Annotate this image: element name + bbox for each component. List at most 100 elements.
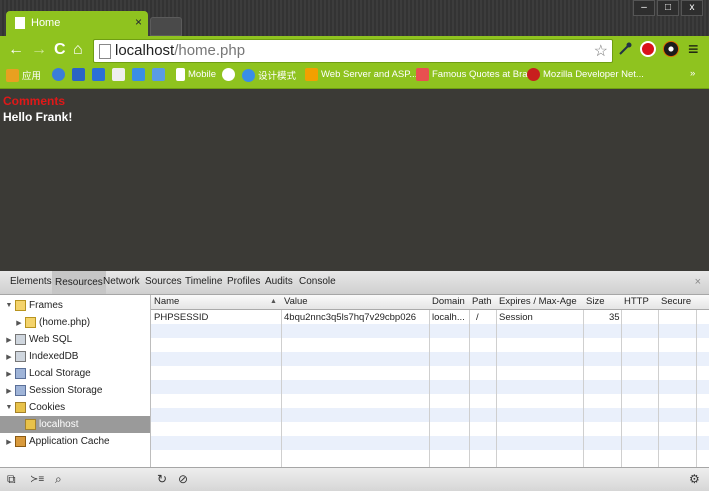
bookmark-item[interactable] xyxy=(52,68,68,81)
collapsed-triangle-icon[interactable]: ▶ xyxy=(5,387,13,395)
sidebar-item-indexeddb[interactable]: ▶ IndexedDB xyxy=(0,348,150,365)
bookmark-icon xyxy=(527,68,540,81)
bookmark-apps[interactable]: 应用 xyxy=(6,68,41,82)
table-row-empty xyxy=(151,436,709,450)
bookmark-famous-quotes[interactable]: Famous Quotes at Bra... xyxy=(416,68,536,81)
tab-timeline[interactable]: Timeline xyxy=(185,276,222,287)
bookmark-icon xyxy=(222,68,235,81)
home-button[interactable]: ⌂ xyxy=(73,41,83,59)
forward-button[interactable]: → xyxy=(31,41,47,59)
database-icon xyxy=(15,351,26,362)
bookmarks-more-icon[interactable]: » xyxy=(690,68,695,79)
clear-icon[interactable]: ⊘ xyxy=(178,472,188,486)
address-bar[interactable]: localhost/home.php ☆ xyxy=(93,39,613,63)
sidebar-item-home-php[interactable]: ▶ (home.php) xyxy=(0,314,150,331)
bookmark-web-server[interactable]: Web Server and ASP.... xyxy=(305,68,420,81)
expanded-triangle-icon[interactable]: ▼ xyxy=(5,302,13,309)
table-row-empty xyxy=(151,408,709,422)
close-window-button[interactable]: x xyxy=(681,0,703,16)
column-divider xyxy=(469,295,470,467)
reload-button[interactable]: C xyxy=(54,41,66,59)
bookmark-item[interactable] xyxy=(112,68,128,81)
column-divider xyxy=(583,295,584,467)
tab-elements[interactable]: Elements xyxy=(10,276,52,287)
maximize-button[interactable]: □ xyxy=(657,0,679,16)
devtools-close-icon[interactable]: × xyxy=(695,276,701,288)
tab-sources[interactable]: Sources xyxy=(145,276,182,287)
folder-icon xyxy=(15,300,26,311)
column-header-value[interactable]: Value xyxy=(284,296,308,307)
column-header-size[interactable]: Size xyxy=(586,296,604,307)
sidebar-item-web-sql[interactable]: ▶ Web SQL xyxy=(0,331,150,348)
devtools-panel: Elements Resources Network Sources Timel… xyxy=(0,271,709,491)
tab-audits[interactable]: Audits xyxy=(265,276,293,287)
cache-icon xyxy=(15,436,26,447)
bookmark-item[interactable] xyxy=(222,68,238,81)
window-titlebar: Home × – □ x xyxy=(0,0,709,36)
bookmark-icon xyxy=(152,68,165,81)
tab-resources[interactable]: Resources xyxy=(52,271,106,294)
tab-network[interactable]: Network xyxy=(103,276,140,287)
bookmarks-bar: 应用 Mobile 设计模式 Web Server and ASP.... Fa… xyxy=(0,64,709,89)
back-button[interactable]: ← xyxy=(8,41,24,59)
column-divider xyxy=(621,295,622,467)
new-tab-button[interactable] xyxy=(150,17,182,36)
bookmark-item[interactable] xyxy=(132,68,148,81)
tab-profiles[interactable]: Profiles xyxy=(227,276,260,287)
cookie-expires: Session xyxy=(499,312,533,323)
bookmark-design-patterns[interactable]: 设计模式 xyxy=(242,68,296,82)
page-icon xyxy=(176,68,185,81)
column-header-domain[interactable]: Domain xyxy=(432,296,465,307)
cookie-value: 4bqu2nnc3q5ls7hq7v29cbp026 xyxy=(284,312,417,323)
column-divider xyxy=(696,295,697,467)
browser-toolbar: ← → C ⌂ localhost/home.php ☆ ≡ xyxy=(0,36,709,64)
menu-icon[interactable]: ≡ xyxy=(688,40,699,58)
tab-close-icon[interactable]: × xyxy=(135,15,142,29)
tab-console[interactable]: Console xyxy=(299,276,336,287)
bookmark-icon xyxy=(112,68,125,81)
bookmark-item[interactable] xyxy=(152,68,168,81)
column-header-path[interactable]: Path xyxy=(472,296,492,307)
column-header-name[interactable]: Name xyxy=(154,296,179,307)
expanded-triangle-icon[interactable]: ▼ xyxy=(5,404,13,411)
sidebar-item-cookies[interactable]: ▼ Cookies xyxy=(0,399,150,416)
table-row[interactable] xyxy=(151,310,709,324)
bookmark-star-icon[interactable]: ☆ xyxy=(594,41,608,61)
bookmark-icon xyxy=(72,68,85,81)
column-header-secure[interactable]: Secure xyxy=(661,296,691,307)
column-divider xyxy=(281,295,282,467)
bookmark-mozilla[interactable]: Mozilla Developer Net... xyxy=(527,68,644,81)
eyedropper-icon[interactable] xyxy=(617,41,633,57)
bookmark-mobile[interactable]: Mobile xyxy=(176,68,216,81)
sidebar-item-local-storage[interactable]: ▶ Local Storage xyxy=(0,365,150,382)
bookmark-icon xyxy=(416,68,429,81)
page-icon xyxy=(99,44,111,59)
minimize-button[interactable]: – xyxy=(633,0,655,16)
extension-icon[interactable] xyxy=(663,41,679,57)
search-icon[interactable]: ⌕ xyxy=(55,472,62,487)
settings-gear-icon[interactable]: ⚙ xyxy=(689,472,700,486)
sidebar-item-application-cache[interactable]: ▶ Application Cache xyxy=(0,433,150,450)
sidebar-item-frames[interactable]: ▼ Frames xyxy=(0,297,150,314)
collapsed-triangle-icon[interactable]: ▶ xyxy=(5,438,13,446)
greeting-text: Hello Frank! xyxy=(3,110,73,124)
refresh-icon[interactable]: ↻ xyxy=(157,472,167,486)
bookmark-item[interactable] xyxy=(72,68,88,81)
comments-label: Comments xyxy=(3,94,66,108)
sidebar-item-localhost[interactable]: localhost xyxy=(0,416,150,433)
bookmark-item[interactable] xyxy=(92,68,108,81)
table-row-empty xyxy=(151,324,709,338)
storage-icon xyxy=(15,385,26,396)
collapsed-triangle-icon[interactable]: ▶ xyxy=(5,370,13,378)
dock-icon[interactable]: ⧉ xyxy=(7,472,16,487)
collapsed-triangle-icon[interactable]: ▶ xyxy=(15,319,23,327)
console-drawer-icon[interactable]: ≻≡ xyxy=(30,474,44,485)
column-header-http[interactable]: HTTP xyxy=(624,296,649,307)
collapsed-triangle-icon[interactable]: ▶ xyxy=(5,336,13,344)
opera-icon[interactable] xyxy=(640,41,656,57)
column-header-expires[interactable]: Expires / Max-Age xyxy=(499,296,577,307)
sidebar-item-session-storage[interactable]: ▶ Session Storage xyxy=(0,382,150,399)
collapsed-triangle-icon[interactable]: ▶ xyxy=(5,353,13,361)
bookmark-icon xyxy=(132,68,145,81)
browser-tab-home[interactable]: Home × xyxy=(6,11,148,36)
